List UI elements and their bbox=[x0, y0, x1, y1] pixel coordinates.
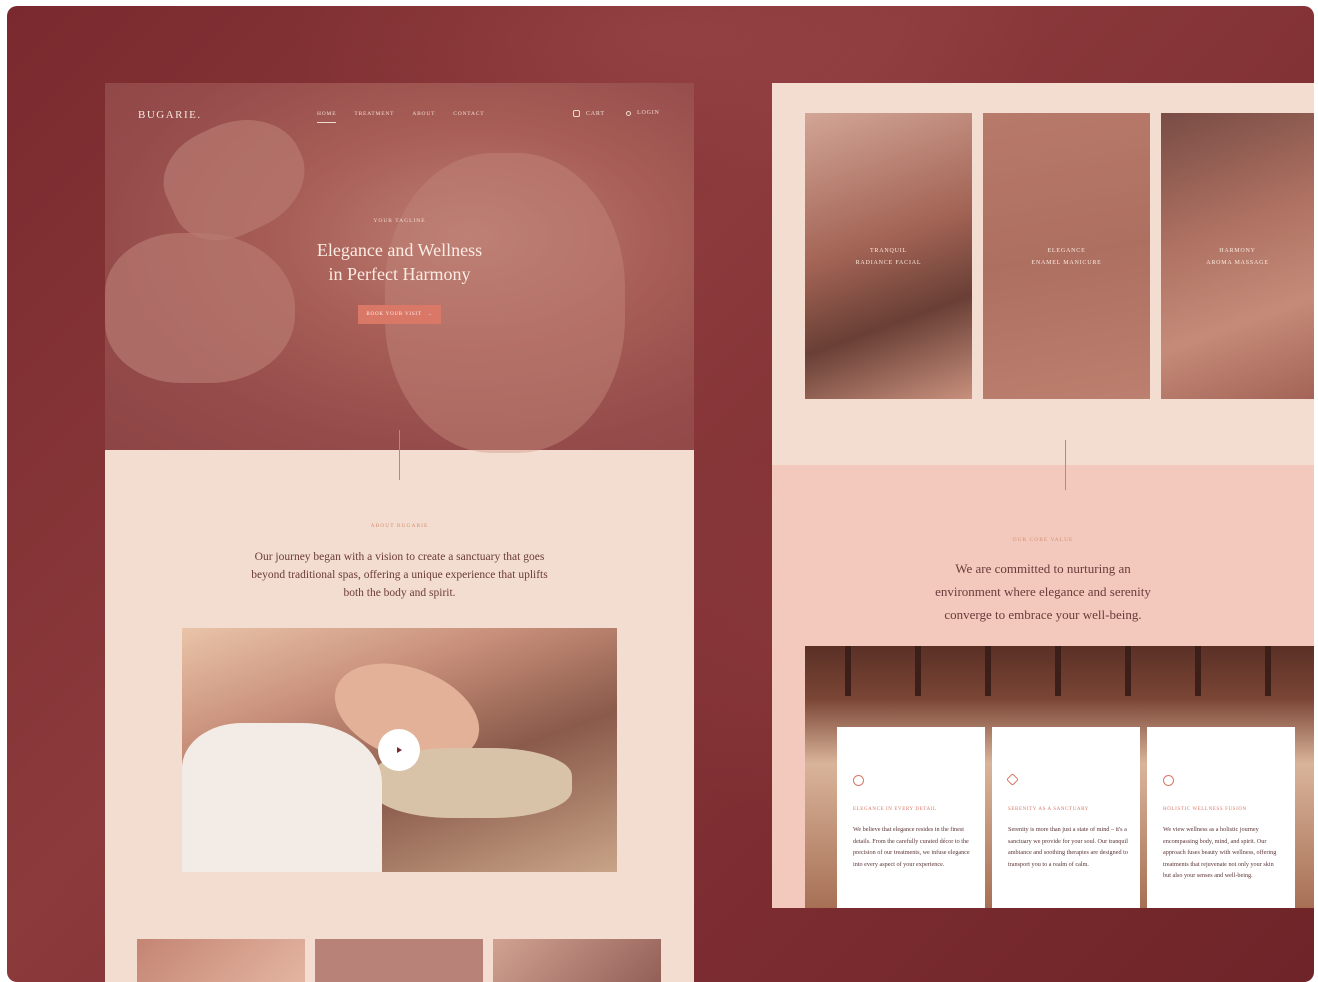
treatment-card-manicure[interactable]: ELEGANCE ENAMEL MANICURE bbox=[983, 113, 1150, 399]
cart-link[interactable]: CART bbox=[573, 110, 605, 117]
login-link[interactable]: LOGIN bbox=[626, 110, 660, 116]
value-card-title: ELEGANCE IN EVERY DETAIL bbox=[853, 807, 937, 812]
cart-label: CART bbox=[586, 110, 605, 117]
value-card: HOLISTIC WELLNESS FUSION We view wellnes… bbox=[1147, 727, 1295, 908]
login-label: LOGIN bbox=[637, 110, 660, 116]
value-card-title: HOLISTIC WELLNESS FUSION bbox=[1163, 807, 1247, 812]
treatment-thumbnail[interactable] bbox=[137, 939, 305, 982]
about-text: Our journey began with a vision to creat… bbox=[251, 551, 548, 599]
treatment-card-massage[interactable]: HARMONY AROMA MASSAGE bbox=[1161, 113, 1314, 399]
menu-item-contact[interactable]: CONTACT bbox=[453, 111, 484, 123]
value-card-body: We view wellness as a holistic journey e… bbox=[1163, 826, 1277, 880]
values-mockup: TRANQUIL RADIANCE FACIAL ELEGANCE ENAMEL… bbox=[772, 83, 1314, 908]
logo[interactable]: BUGARIE. bbox=[138, 109, 202, 121]
face-icon bbox=[1163, 775, 1174, 786]
treatment-thumbnail[interactable] bbox=[315, 939, 483, 982]
arrow-right-icon: → bbox=[426, 312, 433, 317]
cart-icon bbox=[573, 110, 580, 117]
value-card: SERENITY AS A SANCTUARY Serenity is more… bbox=[992, 727, 1140, 908]
lotus-icon bbox=[853, 775, 864, 786]
play-button[interactable] bbox=[378, 729, 420, 771]
user-icon bbox=[626, 110, 631, 116]
divider-line bbox=[1065, 440, 1066, 490]
divider-line bbox=[399, 430, 400, 480]
value-card-body: We believe that elegance resides in the … bbox=[853, 826, 970, 868]
value-card: ELEGANCE IN EVERY DETAIL We believe that… bbox=[837, 727, 985, 908]
treatment-card-label: ELEGANCE ENAMEL MANICURE bbox=[1031, 248, 1102, 266]
value-card-title: SERENITY AS A SANCTUARY bbox=[1008, 807, 1089, 812]
treatment-card-label: HARMONY AROMA MASSAGE bbox=[1206, 248, 1269, 266]
menu-item-home[interactable]: HOME bbox=[317, 111, 337, 123]
homepage-mockup: BUGARIE. HOME TREATMENT ABOUT CONTACT CA… bbox=[105, 83, 694, 982]
treatment-card-label: TRANQUIL RADIANCE FACIAL bbox=[855, 248, 922, 266]
core-value-text: We are committed to nurturing an environ… bbox=[935, 561, 1151, 622]
showcase-frame: BUGARIE. HOME TREATMENT ABOUT CONTACT CA… bbox=[7, 6, 1314, 982]
play-icon bbox=[396, 747, 402, 753]
hero-title: Elegance and Wellness in Perfect Harmony bbox=[316, 240, 483, 284]
hero-tagline: YOUR TAGLINE bbox=[373, 218, 426, 224]
treatment-thumbnail[interactable] bbox=[493, 939, 661, 982]
diamond-icon bbox=[1006, 773, 1019, 786]
treatment-card-facial[interactable]: TRANQUIL RADIANCE FACIAL bbox=[805, 113, 972, 399]
book-visit-button[interactable]: BOOK YOUR VISIT → bbox=[358, 305, 441, 324]
main-menu: HOME TREATMENT ABOUT CONTACT bbox=[317, 111, 484, 123]
value-card-body: Serenity is more than just a state of mi… bbox=[1008, 826, 1128, 868]
menu-item-treatment[interactable]: TREATMENT bbox=[354, 111, 394, 123]
intro-video[interactable] bbox=[182, 628, 617, 872]
menu-item-about[interactable]: ABOUT bbox=[412, 111, 435, 123]
hero-section: BUGARIE. HOME TREATMENT ABOUT CONTACT CA… bbox=[105, 83, 694, 453]
core-value-label: OUR CORE VALUE bbox=[1012, 537, 1074, 543]
top-nav: BUGARIE. HOME TREATMENT ABOUT CONTACT CA… bbox=[105, 83, 694, 143]
about-label: ABOUT BUGARIE bbox=[370, 523, 429, 529]
spa-room-image: ELEGANCE IN EVERY DETAIL We believe that… bbox=[805, 646, 1314, 908]
